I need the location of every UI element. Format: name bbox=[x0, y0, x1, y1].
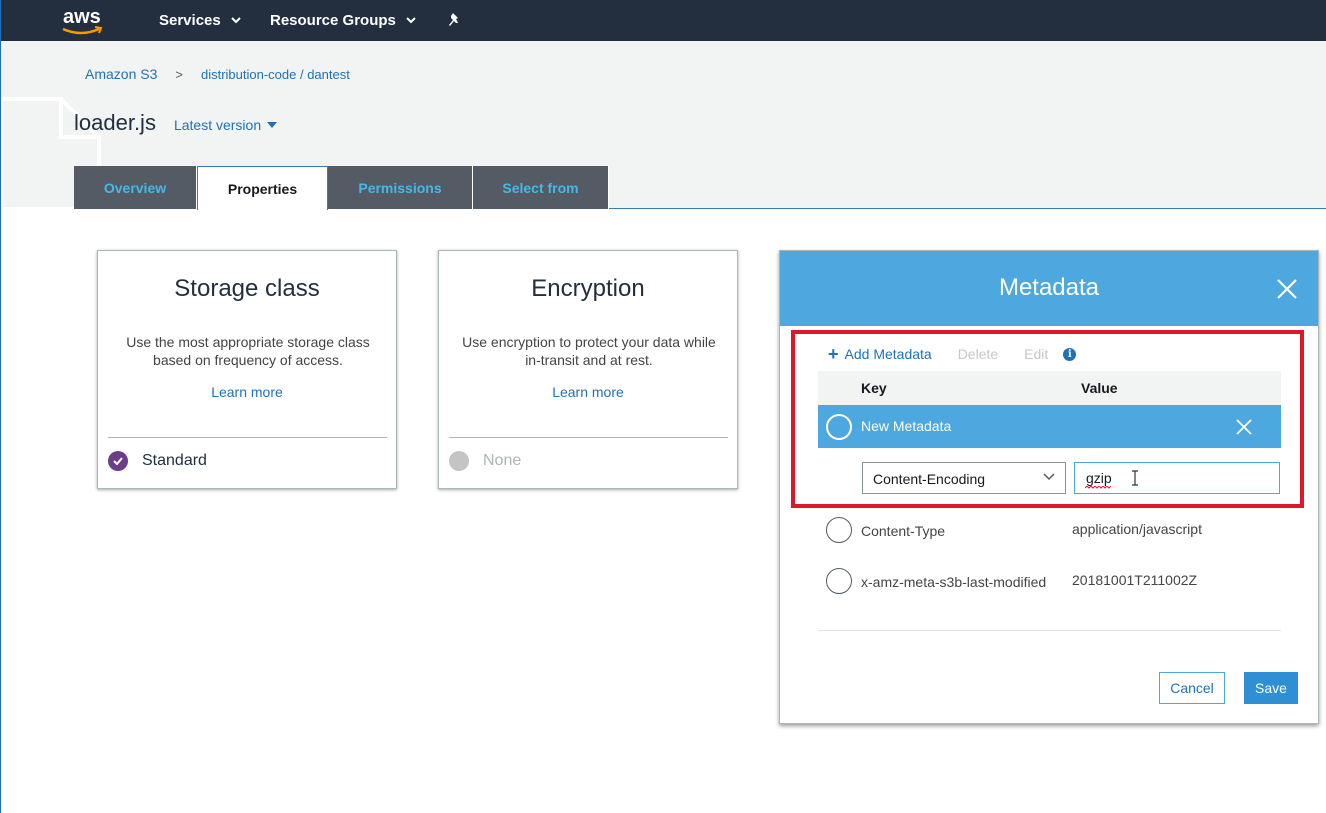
close-icon[interactable] bbox=[1276, 278, 1298, 300]
resource-groups-label: Resource Groups bbox=[270, 12, 396, 29]
breadcrumb: Amazon S3 > distribution-code / dantest bbox=[85, 66, 350, 82]
learn-more-link[interactable]: Learn more bbox=[98, 384, 396, 400]
metadata-value: application/javascript bbox=[1072, 521, 1202, 537]
highlight-box bbox=[791, 330, 1304, 508]
encryption-card[interactable]: Encryption Use encryption to protect you… bbox=[438, 250, 738, 489]
row-radio[interactable] bbox=[826, 517, 852, 543]
card-description: Use encryption to protect your data whil… bbox=[462, 334, 716, 368]
caret-down-icon bbox=[267, 122, 278, 128]
modal-header: Metadata bbox=[780, 251, 1318, 326]
encryption-value: None bbox=[449, 451, 521, 471]
metadata-key: Content-Type bbox=[861, 523, 946, 539]
tab-overview[interactable]: Overview bbox=[74, 166, 197, 209]
row-radio[interactable] bbox=[826, 568, 852, 594]
metadata-row[interactable]: Content-Type application/javascript bbox=[818, 511, 1281, 551]
cancel-button[interactable]: Cancel bbox=[1159, 672, 1225, 704]
card-description: Use the most appropriate storage class b… bbox=[126, 334, 370, 368]
encryption-label: None bbox=[483, 452, 522, 469]
modal-divider bbox=[818, 630, 1281, 631]
card-divider bbox=[108, 437, 387, 438]
metadata-key: x-amz-meta-s3b-last-modified bbox=[861, 574, 1047, 590]
page: aws Services Resource Groups Amazon S3 >… bbox=[0, 0, 1326, 813]
check-icon bbox=[108, 451, 128, 471]
disabled-dot-icon bbox=[449, 451, 469, 471]
services-menu[interactable]: Services bbox=[159, 12, 241, 29]
chevron-down-icon bbox=[406, 17, 416, 24]
version-label: Latest version bbox=[173, 117, 262, 133]
tab-properties[interactable]: Properties bbox=[197, 166, 328, 210]
modal-title: Metadata bbox=[998, 274, 1100, 301]
resource-groups-menu[interactable]: Resource Groups bbox=[270, 12, 416, 29]
aws-logo[interactable]: aws bbox=[61, 6, 107, 36]
tab-permissions[interactable]: Permissions bbox=[328, 166, 473, 209]
card-title: Encryption bbox=[531, 275, 645, 302]
chevron-down-icon bbox=[231, 17, 241, 24]
top-nav: aws Services Resource Groups bbox=[1, 0, 1326, 41]
pin-icon[interactable] bbox=[447, 12, 463, 28]
tab-select-from[interactable]: Select from bbox=[473, 166, 609, 209]
storage-class-card[interactable]: Storage class Use the most appropriate s… bbox=[97, 250, 397, 489]
aws-smile-icon bbox=[62, 26, 103, 35]
services-label: Services bbox=[159, 12, 221, 29]
save-button[interactable]: Save bbox=[1244, 672, 1298, 704]
object-tabs: Overview Properties Permissions Select f… bbox=[74, 166, 609, 210]
breadcrumb-path[interactable]: distribution-code / dantest bbox=[201, 67, 350, 82]
card-title: Storage class bbox=[174, 275, 320, 302]
metadata-modal: Metadata + Add Metadata Delete Edit i Ke… bbox=[779, 250, 1319, 724]
title-row: loader.js Latest version bbox=[74, 110, 278, 136]
page-title: loader.js bbox=[74, 110, 156, 135]
storage-class-label: Standard bbox=[142, 452, 207, 469]
learn-more-link[interactable]: Learn more bbox=[439, 384, 737, 400]
breadcrumb-separator: > bbox=[175, 66, 183, 82]
card-divider bbox=[449, 437, 728, 438]
version-dropdown[interactable]: Latest version bbox=[173, 117, 278, 133]
metadata-value: 20181001T211002Z bbox=[1072, 572, 1198, 588]
breadcrumb-amazon-s3[interactable]: Amazon S3 bbox=[85, 66, 157, 82]
metadata-row[interactable]: x-amz-meta-s3b-last-modified 20181001T21… bbox=[818, 562, 1281, 602]
storage-class-value: Standard bbox=[108, 451, 207, 471]
